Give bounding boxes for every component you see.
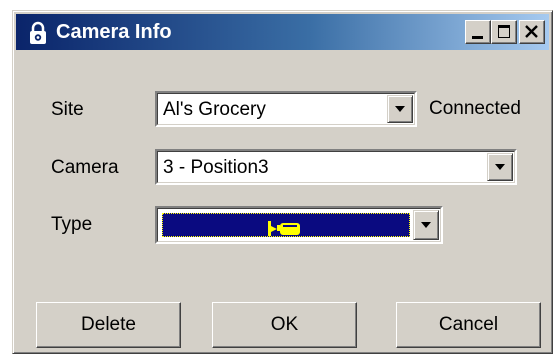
close-button[interactable] xyxy=(519,20,545,44)
site-label: Site xyxy=(51,99,84,120)
type-dropdown-button[interactable] xyxy=(413,210,439,240)
chevron-down-icon xyxy=(421,222,431,228)
maximize-button[interactable] xyxy=(491,20,517,44)
maximize-icon xyxy=(498,25,510,38)
camera-value: 3 - Position3 xyxy=(163,157,269,178)
camera-info-dialog: Camera Info Site Al's Grocery Connected … xyxy=(12,10,553,354)
connection-status: Connected xyxy=(429,98,521,119)
camera-label: Camera xyxy=(51,157,119,178)
camera-dropdown-button[interactable] xyxy=(487,153,513,181)
type-label: Type xyxy=(51,214,93,235)
window-title: Camera Info xyxy=(56,21,172,43)
type-dropdown[interactable] xyxy=(155,206,443,244)
site-dropdown-button[interactable] xyxy=(387,95,413,123)
minimize-icon xyxy=(472,36,483,39)
camera-icon xyxy=(268,221,300,236)
site-dropdown[interactable]: Al's Grocery xyxy=(155,91,417,127)
title-bar[interactable]: Camera Info xyxy=(16,14,549,50)
minimize-button[interactable] xyxy=(465,20,491,44)
type-selection xyxy=(162,213,410,237)
padlock-icon xyxy=(27,21,49,45)
camera-dropdown[interactable]: 3 - Position3 xyxy=(155,149,517,185)
site-value: Al's Grocery xyxy=(163,99,266,120)
chevron-down-icon xyxy=(395,106,405,112)
delete-button[interactable]: Delete xyxy=(36,302,181,348)
cancel-button[interactable]: Cancel xyxy=(396,302,541,348)
ok-button[interactable]: OK xyxy=(212,302,357,348)
chevron-down-icon xyxy=(495,164,505,170)
close-icon xyxy=(525,25,538,38)
